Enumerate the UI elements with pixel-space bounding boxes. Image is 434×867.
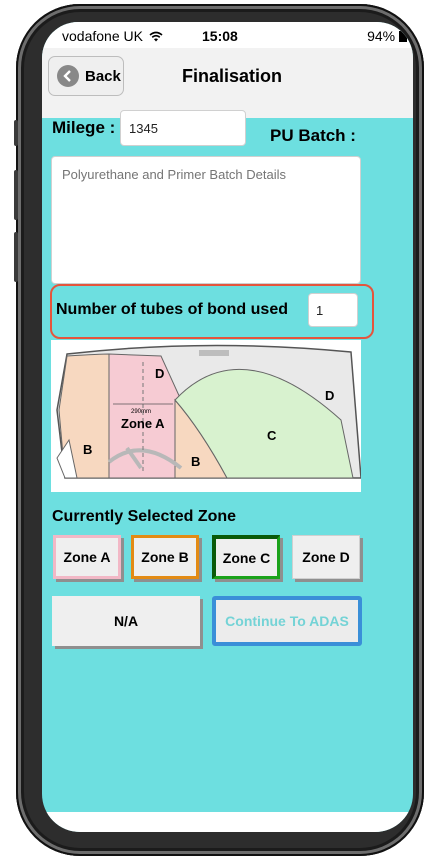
zone-d-right-label: D bbox=[325, 388, 334, 403]
mileage-label: Milege : bbox=[52, 118, 116, 137]
tubes-label: Number of tubes of bond used bbox=[56, 301, 288, 318]
app-screen: vodafone UK 15:08 94% Back Finalisation … bbox=[42, 22, 413, 832]
windscreen-diagram-svg: D D C B B Zone A 290mm bbox=[56, 344, 362, 479]
tubes-input[interactable] bbox=[308, 293, 358, 327]
back-button[interactable]: Back bbox=[48, 56, 124, 96]
battery-icon bbox=[399, 31, 407, 42]
pu-batch-label: PU Batch : bbox=[270, 126, 356, 145]
batch-details-textarea[interactable] bbox=[51, 156, 361, 284]
clock: 15:08 bbox=[202, 28, 238, 44]
wifi-icon bbox=[149, 31, 163, 42]
zone-a-label: Zone A bbox=[121, 416, 165, 431]
zone-d-top-label: D bbox=[155, 366, 164, 381]
zone-b-left-label: B bbox=[83, 442, 92, 457]
page-title: Finalisation bbox=[182, 66, 283, 86]
na-button[interactable]: N/A bbox=[52, 596, 200, 646]
zone-heading: Currently Selected Zone bbox=[52, 508, 237, 525]
zone-a-button[interactable]: Zone A bbox=[53, 535, 121, 579]
volume-up-button bbox=[14, 170, 18, 220]
nav-bar: Back Finalisation bbox=[42, 48, 413, 118]
volume-down-button bbox=[14, 232, 18, 282]
mute-switch bbox=[14, 120, 18, 146]
back-arrow-icon bbox=[57, 65, 79, 87]
zone-d-button[interactable]: Zone D bbox=[292, 535, 360, 579]
dimension-label: 290mm bbox=[131, 409, 151, 415]
battery-indicator: 94% bbox=[367, 28, 407, 44]
zone-c-label: C bbox=[267, 428, 277, 443]
mileage-input[interactable] bbox=[120, 110, 246, 146]
zone-b-right-label: B bbox=[191, 454, 200, 469]
zone-c-button[interactable]: Zone C bbox=[212, 535, 280, 579]
status-bar: vodafone UK 15:08 94% bbox=[42, 22, 413, 48]
zone-b-button[interactable]: Zone B bbox=[131, 535, 199, 579]
home-indicator-area bbox=[42, 812, 413, 832]
carrier-label: vodafone UK bbox=[62, 28, 163, 44]
windscreen-zone-diagram[interactable]: D D C B B Zone A 290mm bbox=[51, 340, 362, 492]
continue-to-adas-button[interactable]: Continue To ADAS bbox=[212, 596, 362, 646]
